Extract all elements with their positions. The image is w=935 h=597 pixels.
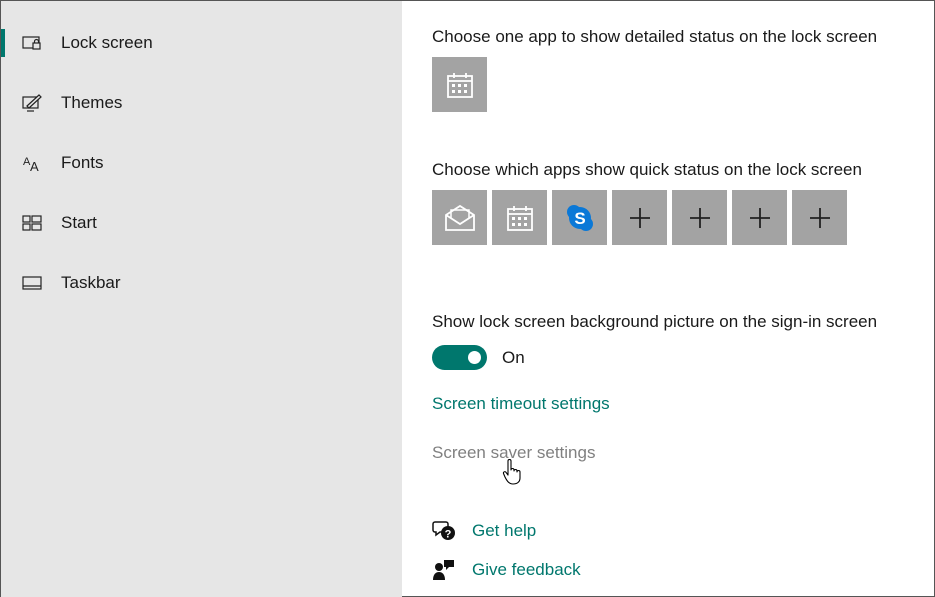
sidebar-item-label: Fonts <box>61 153 104 173</box>
selected-indicator <box>1 29 5 57</box>
quick-status-add-tile[interactable] <box>792 190 847 245</box>
get-help-link[interactable]: Get help <box>472 521 536 541</box>
fonts-icon: AA <box>21 153 43 173</box>
get-help-icon: ? <box>432 519 456 543</box>
signin-background-heading: Show lock screen background picture on t… <box>432 312 877 332</box>
svg-text:?: ? <box>445 529 452 541</box>
taskbar-icon <box>21 273 43 293</box>
themes-icon <box>21 93 43 113</box>
sidebar-item-fonts[interactable]: AA Fonts <box>1 143 402 183</box>
plus-icon <box>689 207 711 229</box>
quick-status-add-tile[interactable] <box>612 190 667 245</box>
sidebar-item-label: Lock screen <box>61 33 153 53</box>
plus-icon <box>629 207 651 229</box>
plus-icon <box>749 207 771 229</box>
calendar-icon <box>506 204 534 232</box>
hand-cursor-icon <box>502 459 522 485</box>
give-feedback-row[interactable]: Give feedback <box>432 558 581 582</box>
give-feedback-icon <box>432 558 456 582</box>
sidebar-item-start[interactable]: Start <box>1 203 402 243</box>
sidebar-item-themes[interactable]: Themes <box>1 83 402 123</box>
lock-screen-settings-pane: Choose one app to show detailed status o… <box>402 1 935 597</box>
quick-status-tile-calendar[interactable] <box>492 190 547 245</box>
start-icon <box>21 213 43 233</box>
give-feedback-link[interactable]: Give feedback <box>472 560 581 580</box>
plus-icon <box>809 207 831 229</box>
sidebar-item-label: Themes <box>61 93 122 113</box>
detailed-status-heading: Choose one app to show detailed status o… <box>432 27 877 47</box>
quick-status-tile-skype[interactable]: S <box>552 190 607 245</box>
sidebar-item-taskbar[interactable]: Taskbar <box>1 263 402 303</box>
quick-status-heading: Choose which apps show quick status on t… <box>432 160 862 180</box>
sidebar-item-lock-screen[interactable]: Lock screen <box>1 23 402 63</box>
svg-text:S: S <box>574 209 585 228</box>
quick-status-add-tile[interactable] <box>672 190 727 245</box>
lock-screen-icon <box>21 33 43 53</box>
settings-sidebar: Lock screen Themes AA Fonts Start Taskba… <box>1 1 402 597</box>
get-help-row[interactable]: ? Get help <box>432 519 536 543</box>
skype-icon: S <box>565 203 595 233</box>
quick-status-tile-mail[interactable] <box>432 190 487 245</box>
toggle-state-label: On <box>502 348 525 368</box>
svg-text:A: A <box>30 159 39 172</box>
toggle-knob <box>468 351 481 364</box>
quick-status-add-tile[interactable] <box>732 190 787 245</box>
detailed-status-app-tile[interactable] <box>432 57 487 112</box>
sidebar-item-label: Start <box>61 213 97 233</box>
screen-timeout-settings-link[interactable]: Screen timeout settings <box>432 394 610 414</box>
calendar-icon <box>446 71 474 99</box>
sidebar-item-label: Taskbar <box>61 273 121 293</box>
signin-background-toggle[interactable] <box>432 345 487 370</box>
mail-icon <box>444 204 476 232</box>
